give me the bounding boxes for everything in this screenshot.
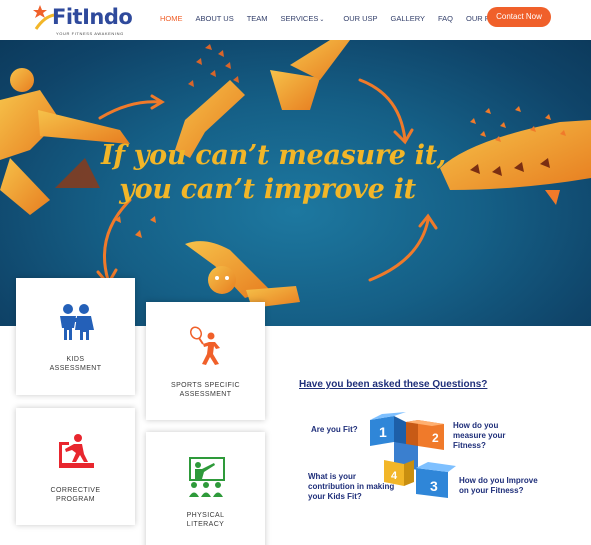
questions-heading[interactable]: Have you been asked these Questions?	[299, 379, 487, 390]
chevron-down-icon: ⌄	[319, 16, 325, 23]
face-figure-bottom	[185, 241, 300, 308]
tennis-player-icon	[146, 326, 265, 368]
question-kids-contribution: What is your contribution in making your K…	[308, 472, 395, 501]
card-label: KIDS ASSESSMENT	[49, 356, 102, 372]
card-sports-specific-assessment[interactable]: SPORTS SPECIFIC ASSESSMENT	[146, 302, 265, 420]
fitindo-logo[interactable]: FitIndo YOUR FITNESS AWAKENING	[30, 3, 150, 39]
card-kids-assessment[interactable]: KIDS ASSESSMENT	[16, 278, 135, 395]
site-header: FitIndo YOUR FITNESS AWAKENING HOME ABOU…	[0, 0, 591, 40]
nav-services[interactable]: SERVICES⌄	[281, 14, 325, 23]
cube-number-3: 3	[430, 478, 438, 494]
hero-headline-line2: you can’t improve it	[119, 174, 416, 205]
logo-wordmark: FitIndo	[52, 5, 133, 29]
kids-icon	[16, 302, 135, 342]
treadmill-icon	[16, 432, 135, 472]
logo-tagline: YOUR FITNESS AWAKENING	[56, 31, 124, 36]
card-corrective-program[interactable]: CORRECTIVE PROGRAM	[16, 408, 135, 525]
classroom-icon	[146, 456, 265, 498]
hero-headline-line1: If you can’t measure it,	[100, 140, 446, 171]
main-nav: HOME ABOUT US TEAM SERVICES⌄ OUR USP GAL…	[160, 0, 538, 36]
card-label: CORRECTIVE PROGRAM	[50, 487, 101, 503]
card-physical-literacy[interactable]: PHYSICAL LITERACY	[146, 432, 265, 545]
nav-our-usp[interactable]: OUR USP	[343, 14, 377, 23]
nav-about-us[interactable]: ABOUT US	[196, 14, 234, 23]
nav-services-label: SERVICES	[280, 13, 319, 23]
question-how-measure: How do you measure your Fitness?	[453, 421, 506, 450]
question-how-improve: How do you Improve on your Fitness?	[459, 476, 538, 495]
nav-faq[interactable]: FAQ	[438, 14, 453, 23]
nav-home[interactable]: HOME	[160, 14, 183, 23]
cube-number-2: 2	[432, 431, 439, 445]
contact-now-button[interactable]: Contact Now	[487, 7, 551, 27]
nav-gallery[interactable]: GALLERY	[391, 14, 425, 23]
nav-team[interactable]: TEAM	[247, 14, 268, 23]
card-label: SPORTS SPECIFIC ASSESSMENT	[171, 382, 240, 398]
cube-number-1: 1	[379, 424, 387, 440]
card-label: PHYSICAL LITERACY	[186, 512, 225, 528]
question-are-you-fit: Are you Fit?	[311, 425, 358, 434]
